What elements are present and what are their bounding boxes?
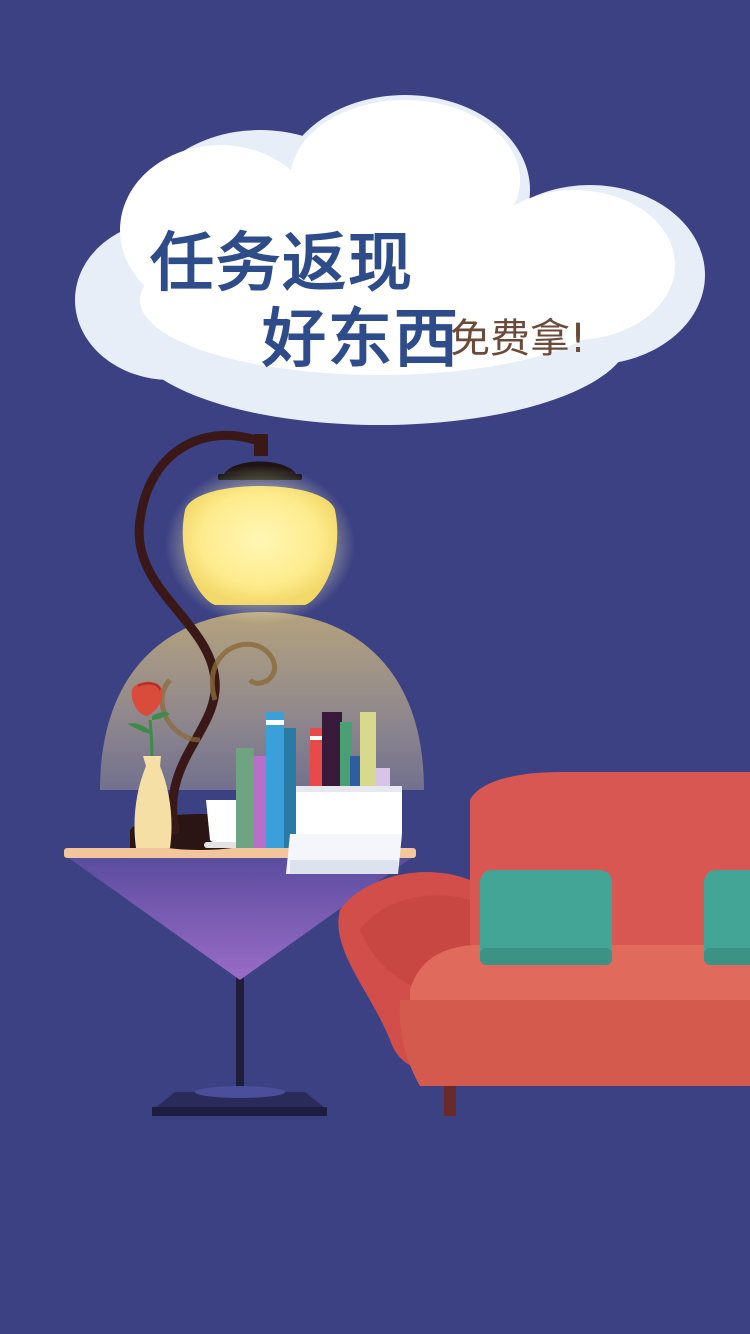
paper-stack-icon [286, 786, 402, 874]
promo-tagline: 免费拿! [450, 316, 587, 362]
splash-screen: 任务返现 好东西 免费拿! [0, 0, 750, 1334]
promo-subheadline: 好东西 [262, 303, 460, 377]
splash-illustration [64, 95, 750, 1116]
